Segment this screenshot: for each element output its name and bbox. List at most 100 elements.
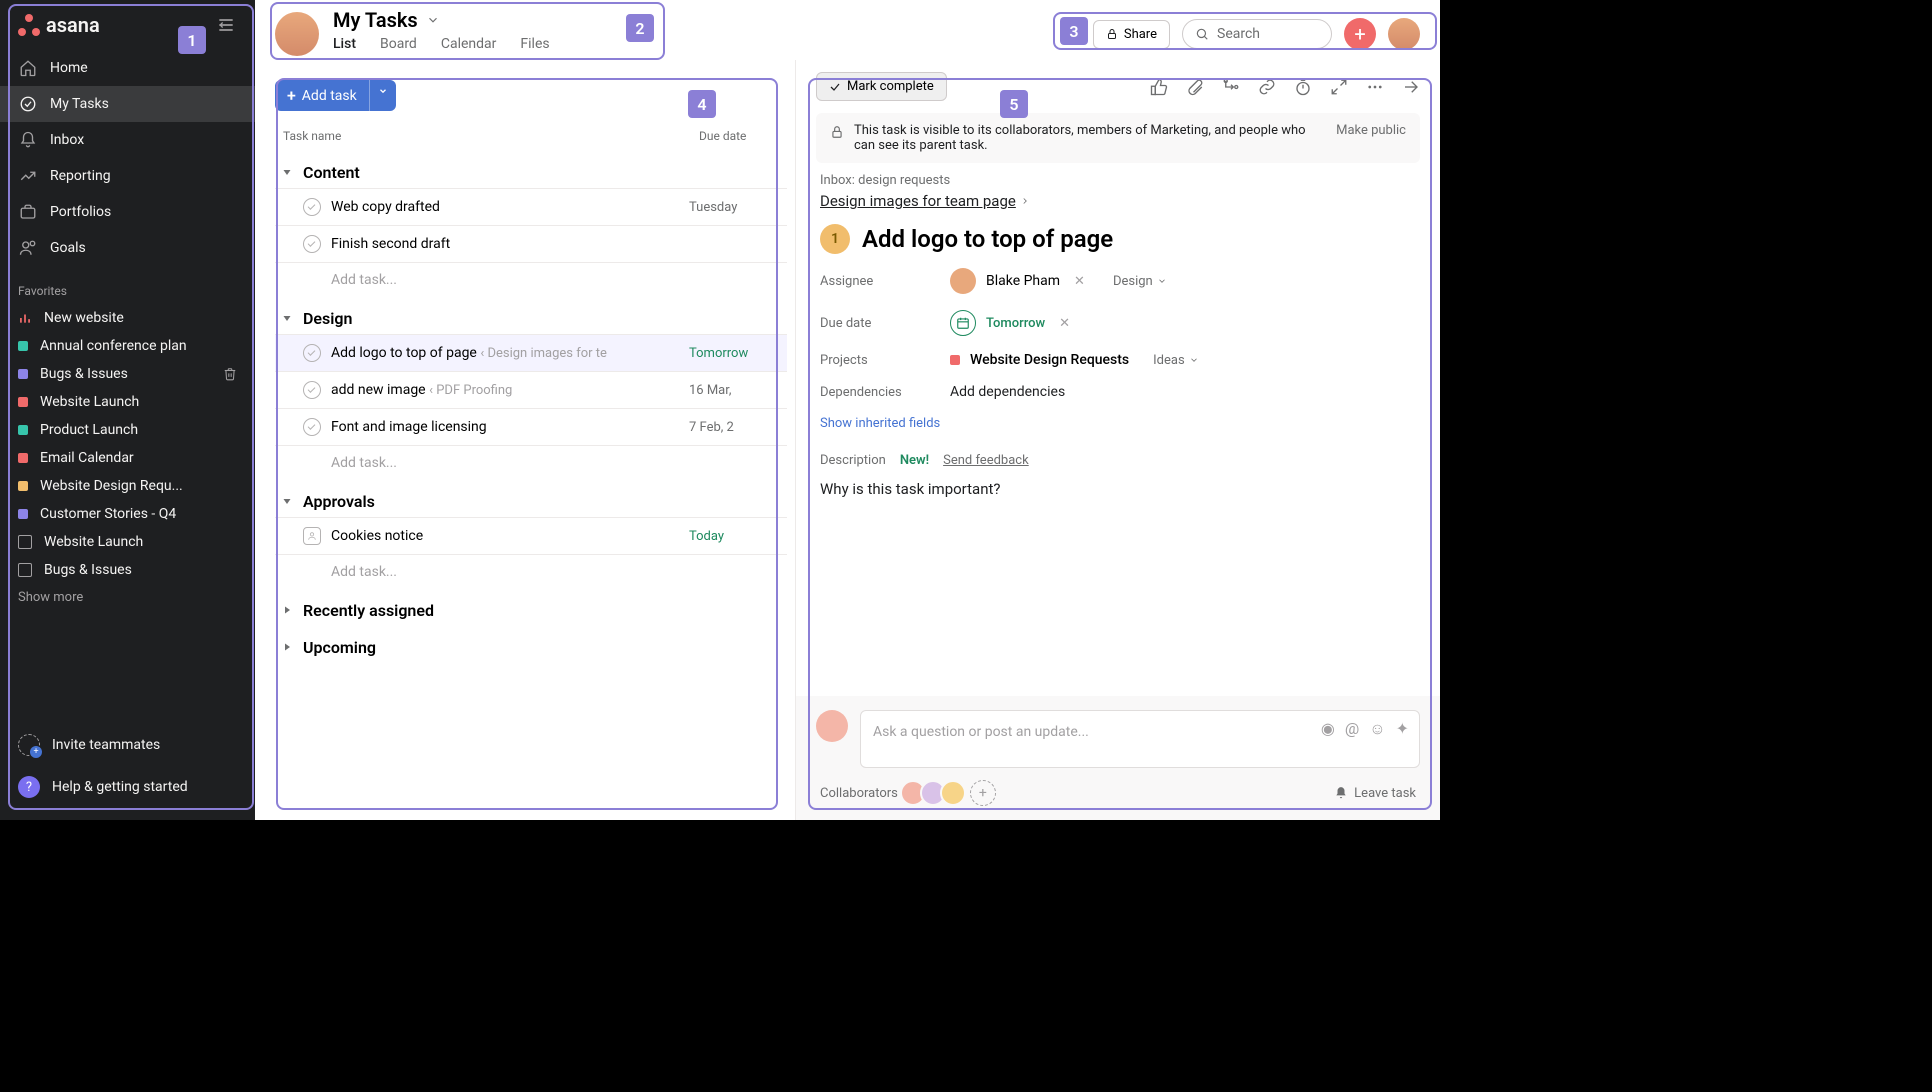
- complete-checkbox[interactable]: [303, 198, 321, 216]
- task-row[interactable]: Cookies noticeToday: [275, 517, 787, 554]
- home-icon: [18, 58, 38, 78]
- search-input[interactable]: Search: [1182, 19, 1332, 49]
- expand-icon[interactable]: [1330, 78, 1348, 96]
- timer-icon[interactable]: [1294, 78, 1312, 96]
- check-icon: [829, 81, 841, 93]
- close-detail-icon[interactable]: [1402, 78, 1420, 96]
- project-name[interactable]: Website Design Requests: [970, 352, 1129, 368]
- due-date-value[interactable]: Tomorrow: [986, 316, 1045, 331]
- complete-checkbox[interactable]: [303, 235, 321, 253]
- star-icon[interactable]: ✦: [1396, 719, 1409, 739]
- task-description[interactable]: Why is this task important?: [796, 472, 1440, 516]
- collaborator-avatar[interactable]: [940, 780, 966, 806]
- lock-icon: [830, 125, 844, 139]
- task-row[interactable]: Add logo to top of page ‹ Design images …: [275, 334, 787, 371]
- global-add-button[interactable]: +: [1344, 18, 1376, 50]
- assignee-avatar[interactable]: [950, 268, 976, 294]
- project-color-icon: [18, 369, 28, 379]
- asana-logo-icon: [18, 14, 40, 36]
- attachment-icon[interactable]: [1186, 78, 1204, 96]
- like-icon[interactable]: [1150, 78, 1168, 96]
- leave-task-button[interactable]: Leave task: [1334, 786, 1416, 801]
- nav-portfolios[interactable]: Portfolios: [0, 194, 255, 230]
- task-row[interactable]: Finish second draft: [275, 225, 787, 262]
- trash-icon[interactable]: [223, 367, 237, 381]
- add-collaborator-button[interactable]: +: [970, 780, 996, 806]
- section-header[interactable]: Recently assigned: [275, 589, 787, 626]
- current-user-avatar[interactable]: [1388, 18, 1420, 50]
- page-title[interactable]: My Tasks: [333, 8, 550, 32]
- sidebar-favorite[interactable]: Bugs & Issues: [0, 360, 255, 388]
- record-icon[interactable]: ◉: [1321, 719, 1335, 739]
- parent-task-label: Design images for team page: [820, 192, 1016, 210]
- comment-input[interactable]: Ask a question or post an update... ◉ @ …: [860, 710, 1420, 768]
- parent-task-link[interactable]: Design images for team page: [820, 192, 1030, 210]
- complete-checkbox[interactable]: [303, 418, 321, 436]
- section-header[interactable]: Content: [275, 151, 787, 188]
- assignee-name[interactable]: Blake Pham: [986, 273, 1060, 289]
- sidebar-favorite[interactable]: Website Launch: [0, 388, 255, 416]
- nav-inbox[interactable]: Inbox: [0, 122, 255, 158]
- add-task-dropdown[interactable]: [369, 80, 396, 111]
- add-task-inline[interactable]: Add task...: [275, 554, 787, 589]
- show-inherited-fields[interactable]: Show inherited fields: [796, 408, 1440, 439]
- approval-icon[interactable]: [303, 527, 321, 545]
- assignee-section-chip[interactable]: Design: [1113, 274, 1167, 289]
- mention-icon[interactable]: @: [1345, 719, 1359, 739]
- tab-board[interactable]: Board: [380, 36, 417, 60]
- sidebar-favorite[interactable]: Website Design Requ...: [0, 472, 255, 500]
- sidebar-collapse-button[interactable]: [213, 12, 239, 38]
- sidebar-favorite[interactable]: Website Launch: [0, 528, 255, 556]
- section-header[interactable]: Design: [275, 297, 787, 334]
- sidebar-favorite[interactable]: Bugs & Issues: [0, 556, 255, 584]
- add-task-inline[interactable]: Add task...: [275, 262, 787, 297]
- nav-goals[interactable]: Goals: [0, 230, 255, 266]
- help-getting-started[interactable]: ? Help & getting started: [0, 766, 255, 808]
- favorite-label: Bugs & Issues: [40, 366, 128, 382]
- mark-complete-button[interactable]: Mark complete: [816, 72, 947, 101]
- sidebar-favorite[interactable]: Annual conference plan: [0, 332, 255, 360]
- emoji-icon[interactable]: ☺: [1369, 719, 1385, 739]
- more-icon[interactable]: [1366, 78, 1384, 96]
- show-more-favorites[interactable]: Show more: [0, 584, 255, 611]
- sidebar-favorite[interactable]: Product Launch: [0, 416, 255, 444]
- invite-teammates[interactable]: Invite teammates: [0, 724, 255, 766]
- sidebar-favorite[interactable]: Email Calendar: [0, 444, 255, 472]
- tab-files[interactable]: Files: [520, 36, 549, 60]
- section-header[interactable]: Upcoming: [275, 626, 787, 663]
- nav-mytasks[interactable]: My Tasks: [0, 86, 255, 122]
- add-dependencies-button[interactable]: Add dependencies: [950, 384, 1065, 400]
- clear-due-button[interactable]: ✕: [1055, 316, 1074, 331]
- complete-checkbox[interactable]: [303, 381, 321, 399]
- link-icon[interactable]: [1258, 78, 1276, 96]
- task-row[interactable]: Font and image licensing7 Feb, 2: [275, 408, 787, 445]
- task-title[interactable]: Add logo to top of page: [862, 225, 1113, 253]
- owner-avatar[interactable]: [275, 12, 319, 56]
- complete-checkbox[interactable]: [303, 344, 321, 362]
- sidebar-favorite[interactable]: New website: [0, 304, 255, 332]
- brand-logo[interactable]: asana: [18, 13, 100, 37]
- task-title-row: 1 Add logo to top of page: [796, 210, 1440, 260]
- nav-reporting[interactable]: Reporting: [0, 158, 255, 194]
- nav-home[interactable]: Home: [0, 50, 255, 86]
- tab-list[interactable]: List: [333, 36, 356, 60]
- tab-calendar[interactable]: Calendar: [441, 36, 497, 60]
- clear-assignee-button[interactable]: ✕: [1070, 274, 1089, 289]
- check-circle-icon: [18, 94, 38, 114]
- task-row[interactable]: Web copy draftedTuesday: [275, 188, 787, 225]
- task-name: add new image ‹ PDF Proofing: [331, 382, 679, 398]
- favorite-label: Website Design Requ...: [40, 478, 183, 494]
- nav-reporting-label: Reporting: [50, 168, 111, 184]
- sidebar-favorite[interactable]: Customer Stories - Q4: [0, 500, 255, 528]
- project-section-chip[interactable]: Ideas: [1153, 353, 1199, 368]
- send-feedback-link[interactable]: Send feedback: [943, 453, 1029, 468]
- subtask-icon[interactable]: [1222, 78, 1240, 96]
- calendar-icon[interactable]: [950, 310, 976, 336]
- add-task-button[interactable]: + Add task: [275, 80, 369, 111]
- project-color-icon: [18, 481, 28, 491]
- make-public-button[interactable]: Make public: [1336, 123, 1406, 138]
- share-button[interactable]: Share: [1093, 20, 1170, 49]
- task-row[interactable]: add new image ‹ PDF Proofing16 Mar,: [275, 371, 787, 408]
- add-task-inline[interactable]: Add task...: [275, 445, 787, 480]
- section-header[interactable]: Approvals: [275, 480, 787, 517]
